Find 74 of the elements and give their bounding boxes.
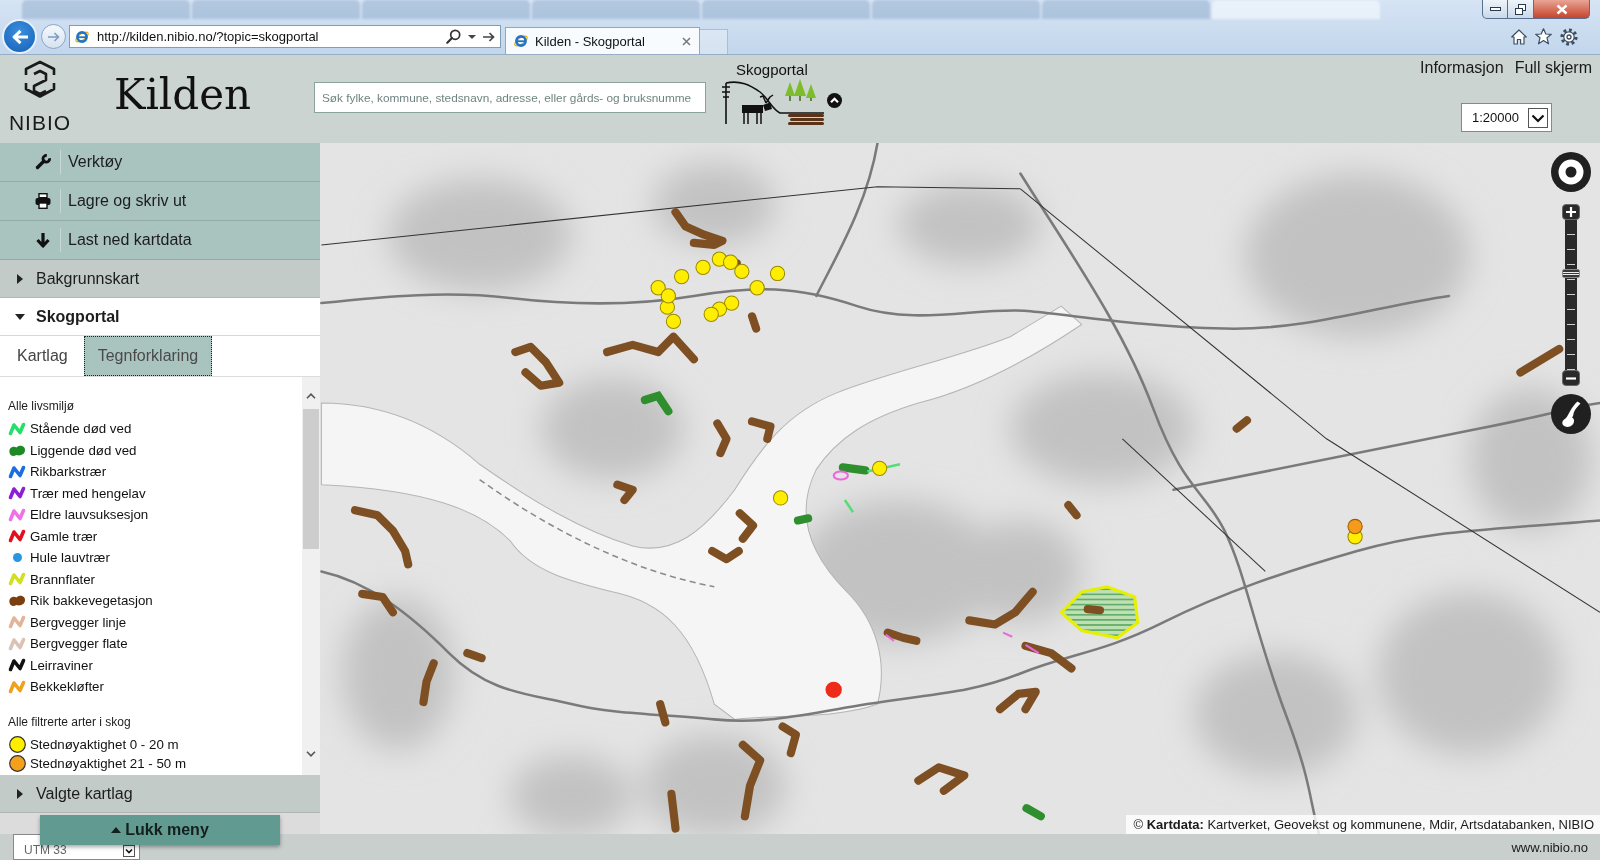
legend-heading: Alle filtrerte arter i skog: [8, 713, 131, 731]
minimize-icon: [1489, 7, 1501, 11]
chevron-down-icon: [123, 845, 135, 857]
legend-label: Eldre lauvsuksesjon: [30, 507, 149, 523]
zoom-in-button[interactable]: [1562, 204, 1580, 220]
restore-icon: [1515, 3, 1526, 15]
logo-text: NIBIO: [8, 113, 72, 133]
restore-button[interactable]: [1508, 0, 1534, 19]
section-header[interactable]: Valgte kartlag: [0, 775, 320, 813]
scale-select[interactable]: 1:20000: [1461, 103, 1552, 132]
header-link[interactable]: Full skjerm: [1514, 58, 1592, 78]
settings-icon[interactable]: [1560, 27, 1578, 46]
zoom-out-button[interactable]: [1562, 370, 1580, 386]
url-text: http://kilden.nibio.no/?topic=skogportal: [97, 29, 319, 44]
legend-label: Trær med hengelav: [30, 485, 146, 501]
home-icon[interactable]: [1511, 28, 1527, 45]
legend-label: Bergvegger linje: [30, 614, 127, 630]
legend-label: Rikbarkstrær: [30, 464, 107, 480]
hexagon-logo-icon: [22, 60, 58, 98]
legend-label: Bekkekløfter: [30, 679, 104, 695]
tool-menu-item[interactable]: Verktøy: [0, 143, 320, 182]
chevron-down-icon[interactable]: [306, 751, 316, 757]
target-icon: [1558, 159, 1584, 185]
search-icon[interactable]: [446, 29, 461, 44]
legend-label: Rik bakkevegetasjon: [30, 593, 153, 609]
chevron-down-icon: [1528, 107, 1548, 128]
legend-label: Leirraviner: [30, 657, 93, 673]
app-title: Kilden: [114, 70, 252, 120]
legend-label: Liggende død ved: [30, 442, 137, 458]
legend-label: Gamle trær: [30, 528, 98, 544]
website-link[interactable]: www.nibio.no: [1511, 839, 1588, 855]
minus-icon: [1566, 376, 1576, 380]
legend-label: Stednøyaktighet 21 - 50 m: [30, 755, 186, 771]
tool-menu-item[interactable]: Lagre og skriv ut: [0, 182, 320, 221]
back-button[interactable]: [2, 19, 37, 54]
panel-tab[interactable]: Kartlag: [0, 336, 84, 376]
address-field[interactable]: http://kilden.nibio.no/?topic=skogportal: [69, 25, 501, 48]
attribution-text: © Kartdata: Kartverket, Geovekst og kommunene, Mdir, Artsdatabanken, NIBIO: [1125, 815, 1600, 834]
caret-down-icon[interactable]: [468, 34, 476, 39]
forest-logo-icon: [720, 79, 826, 125]
arrow-down-icon: [35, 232, 51, 248]
legend-label: Stående død ved: [30, 421, 132, 437]
legend-label: Bergvegger flate: [30, 636, 128, 652]
close-icon: [1555, 3, 1568, 15]
zoom-slider-thumb[interactable]: [1562, 269, 1580, 279]
close-tab-button[interactable]: [680, 34, 693, 48]
header-link[interactable]: Informasjon: [1420, 58, 1504, 78]
country-outline-icon: [1561, 400, 1581, 428]
search-field[interactable]: Søk fylke, kommune, stedsnavn, adresse, eller gårds- og bruksnumme: [314, 82, 706, 113]
star-icon[interactable]: [1535, 28, 1552, 45]
minimize-button[interactable]: [1482, 0, 1508, 19]
browser-tab[interactable]: Kilden - Skogportal: [505, 27, 700, 54]
arrow-left-icon: [10, 28, 29, 45]
plus-icon: [1566, 207, 1576, 217]
legend-label: Brannflater: [30, 571, 96, 587]
site-icon: [513, 33, 529, 49]
arrow-right-icon[interactable]: [483, 31, 495, 42]
printer-icon: [35, 193, 51, 209]
topic-title: Skogportal: [736, 61, 808, 79]
chevron-up-icon[interactable]: [827, 93, 842, 108]
close-icon: [682, 36, 691, 46]
panel-tab[interactable]: Tegnforklaring: [83, 336, 213, 376]
legend-label: Stednøyaktighet 0 - 20 m: [30, 736, 179, 752]
arrow-right-icon: [47, 31, 60, 42]
close-button[interactable]: [1534, 0, 1590, 19]
scroll-thumb[interactable]: [303, 409, 319, 549]
site-icon: [74, 28, 90, 45]
legend-label: Hule lauvtrær: [30, 550, 110, 566]
chevron-up-icon[interactable]: [306, 393, 316, 399]
tool-menu-item[interactable]: Last ned kartdata: [0, 221, 320, 260]
wrench-icon: [35, 154, 51, 170]
legend-heading: Alle livsmiljø: [8, 398, 74, 415]
section-header[interactable]: Bakgrunnskart: [0, 260, 320, 298]
close-menu-button[interactable]: Lukk meny: [40, 815, 280, 845]
